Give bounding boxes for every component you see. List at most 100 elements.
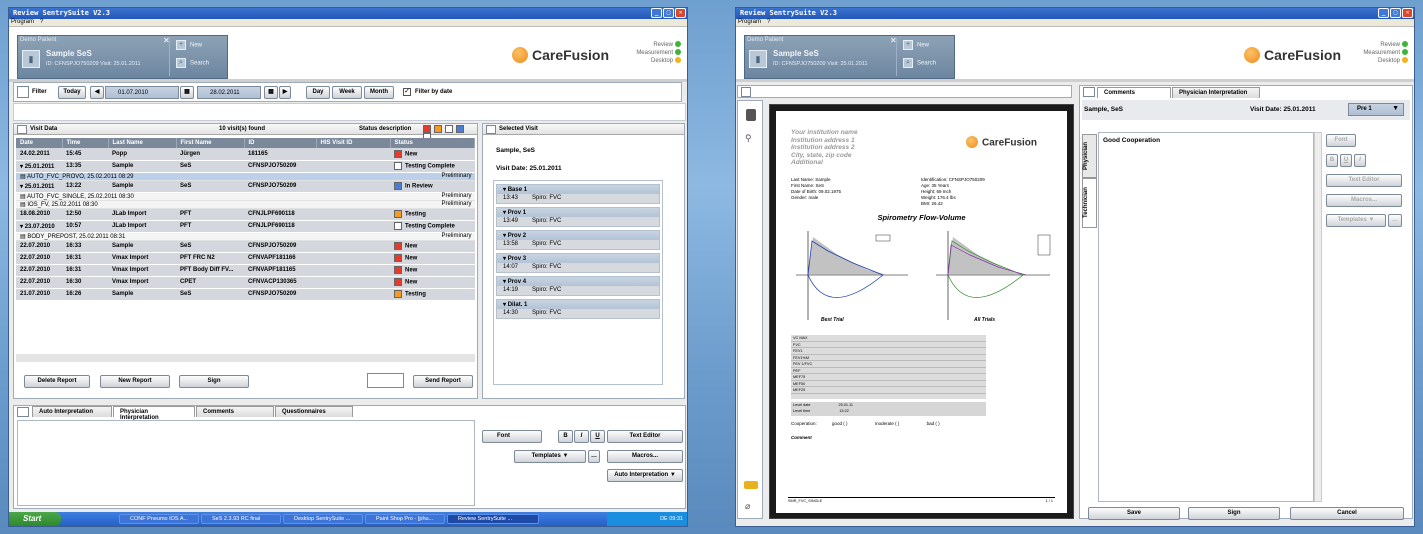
interpretation-text-area[interactable]: [17, 420, 475, 506]
templates-button[interactable]: Templates ▼: [514, 450, 586, 463]
text-editor-button[interactable]: Text Editor: [607, 430, 683, 443]
report-input[interactable]: [367, 373, 404, 388]
col-id[interactable]: ID: [244, 138, 317, 148]
cancel-button[interactable]: Cancel: [1290, 507, 1404, 520]
send-report-button[interactable]: Send Report: [413, 375, 473, 388]
new-patient-button[interactable]: + New: [903, 40, 929, 50]
templates-button[interactable]: Templates ▼: [1326, 214, 1386, 227]
sub-report-row[interactable]: ▤ BODY_PREPOST, 25.02.2011 08:31 Prelimin…: [16, 232, 475, 241]
visit-row[interactable]: ▾ 25.01.2011 13:35 Sample SeS CFNSPJO750209 T…: [16, 160, 475, 173]
tab-physician-interpretation[interactable]: Physician Interpretation: [1172, 87, 1260, 98]
menu-help[interactable]: ?: [40, 19, 43, 25]
to-date-field[interactable]: 28.02.2011: [197, 86, 261, 99]
test-group-header[interactable]: ▾ Base 1: [497, 185, 659, 194]
col-his-visit-id[interactable]: HIS Visit ID: [316, 138, 391, 148]
minimize-icon[interactable]: _: [651, 8, 662, 18]
tab-physician-side[interactable]: Physician: [1082, 134, 1097, 178]
maximize-icon[interactable]: □: [663, 8, 674, 18]
templates-more-button[interactable]: …: [1388, 214, 1402, 227]
taskbar-item-active[interactable]: Review SentrySuite ...: [447, 514, 539, 524]
tab-comments[interactable]: Comments: [1097, 87, 1171, 98]
visit-row[interactable]: ▾ 23.07.2010 10:57 JLab Import PFT CFNJLPF69…: [16, 220, 475, 233]
italic-button[interactable]: I: [574, 430, 589, 443]
font-button[interactable]: Font: [1326, 134, 1356, 147]
delete-report-button[interactable]: Delete Report: [24, 375, 90, 388]
tab-auto-interpretation[interactable]: Auto Interpretation: [32, 406, 112, 417]
visit-row[interactable]: 21.07.2010 16:26 Sample SeS CFNSPJO750209 Tes…: [16, 288, 475, 301]
today-button[interactable]: Today: [58, 86, 86, 99]
col-first-name[interactable]: First Name: [176, 138, 245, 148]
templates-more-button[interactable]: …: [588, 450, 600, 463]
attachment-icon[interactable]: ⌀: [745, 501, 750, 512]
taskbar-item[interactable]: CONF Pneumo IOS A...: [119, 514, 199, 524]
visit-row[interactable]: 22.07.2010 16:31 Vmax Import PFT FRC N2 CFNV…: [16, 252, 475, 265]
menu-help[interactable]: ?: [767, 19, 770, 25]
search-patient-button[interactable]: ⌕ Search: [903, 58, 936, 68]
visit-row[interactable]: 24.02.2011 15:45 Popp Jürgen 181165 New: [16, 148, 475, 161]
test-group[interactable]: ▾ Prov 2 13:58 Spiro: FVC: [496, 230, 660, 250]
col-time[interactable]: Time: [62, 138, 109, 148]
start-button[interactable]: Start: [9, 512, 61, 526]
week-button[interactable]: Week: [332, 86, 362, 99]
calendar-icon[interactable]: ▦: [180, 86, 194, 99]
new-report-button[interactable]: New Report: [100, 375, 170, 388]
tab-technician-side[interactable]: Technician: [1082, 178, 1097, 228]
test-group-header[interactable]: ▾ Prov 3: [497, 254, 659, 263]
sub-report-row[interactable]: ▤ AUTO_FVC_PROVO, 25.02.2011 08:29 Prelim…: [16, 172, 475, 181]
save-button[interactable]: Save: [1088, 507, 1180, 520]
underline-button[interactable]: U: [1340, 154, 1352, 167]
menu-program[interactable]: Program: [738, 19, 761, 25]
text-editor-button[interactable]: Text Editor: [1326, 174, 1402, 187]
col-date[interactable]: Date: [16, 138, 63, 148]
auto-interpretation-button[interactable]: Auto Interpretation ▼: [607, 469, 683, 482]
test-group[interactable]: ▾ Prov 3 14:07 Spiro: FVC: [496, 253, 660, 273]
comment-text-area[interactable]: Good Cooperation: [1098, 132, 1314, 502]
sign-button[interactable]: Sign: [1188, 507, 1280, 520]
test-item[interactable]: 13:58 Spiro: FVC: [497, 240, 659, 249]
visit-row[interactable]: ▾ 25.01.2011 13:22 Sample SeS CFNSPJO750209 I…: [16, 180, 475, 193]
test-group[interactable]: ▾ Base 1 13:43 Spiro: FVC: [496, 184, 660, 204]
mode-desktop[interactable]: Desktop: [1363, 57, 1408, 65]
tab-questionnaires[interactable]: Questionnaires: [275, 406, 353, 417]
macros-button[interactable]: Macros...: [607, 450, 683, 463]
bold-button[interactable]: B: [558, 430, 573, 443]
new-patient-button[interactable]: + New: [176, 40, 202, 50]
tab-physician-interpretation[interactable]: Physician Interpretation: [113, 406, 195, 421]
test-group-header[interactable]: ▾ Dilat. 1: [497, 300, 659, 309]
test-group-header[interactable]: ▾ Prov 2: [497, 231, 659, 240]
test-item[interactable]: 13:43 Spiro: FVC: [497, 194, 659, 203]
minimize-icon[interactable]: _: [1378, 8, 1389, 18]
bold-button[interactable]: B: [1326, 154, 1338, 167]
test-item[interactable]: 14:07 Spiro: FVC: [497, 263, 659, 272]
menu-program[interactable]: Program: [11, 19, 34, 25]
search-patient-button[interactable]: ⌕ Search: [176, 58, 209, 68]
mode-review[interactable]: Review: [636, 41, 681, 49]
taskbar-item[interactable]: Paint Shop Pro - [phu...: [365, 514, 445, 524]
test-item[interactable]: 13:49 Spiro: FVC: [497, 217, 659, 226]
mode-measurement[interactable]: Measurement: [1363, 49, 1408, 57]
sign-button[interactable]: Sign: [179, 375, 249, 388]
day-button[interactable]: Day: [306, 86, 330, 99]
test-item[interactable]: 14:19 Spiro: FVC: [497, 286, 659, 295]
test-group[interactable]: ▾ Prov 1 13:49 Spiro: FVC: [496, 207, 660, 227]
pre-select[interactable]: Pre 1 ▼: [1348, 103, 1404, 116]
mode-desktop[interactable]: Desktop: [636, 57, 681, 65]
close-icon[interactable]: ✕: [675, 8, 686, 18]
visit-row[interactable]: 18.08.2010 12:50 JLab Import PFT CFNJLPF6901…: [16, 208, 475, 221]
test-item[interactable]: 14:30 Spiro: FVC: [497, 309, 659, 318]
close-icon[interactable]: ✕: [1402, 8, 1413, 18]
binoculars-icon[interactable]: ⚲: [745, 133, 752, 144]
test-group[interactable]: ▾ Prov 4 14:19 Spiro: FVC: [496, 276, 660, 296]
scrollbar[interactable]: [1314, 132, 1322, 502]
taskbar-item[interactable]: Desktop SentrySuite ...: [283, 514, 363, 524]
visit-row[interactable]: 22.07.2010 16:30 Vmax Import CPET CFNVACP130…: [16, 276, 475, 289]
filter-checkbox[interactable]: ✓: [403, 88, 411, 96]
test-group-header[interactable]: ▾ Prov 4: [497, 277, 659, 286]
next-icon[interactable]: ▶: [279, 86, 291, 99]
font-button[interactable]: Font: [482, 430, 542, 443]
calendar-icon[interactable]: ▦: [264, 86, 278, 99]
tab-comments[interactable]: Comments: [196, 406, 274, 417]
macros-button[interactable]: Macros...: [1326, 194, 1402, 207]
mode-measurement[interactable]: Measurement: [636, 49, 681, 57]
visit-row[interactable]: 22.07.2010 16:31 Vmax Import PFT Body Diff …: [16, 264, 475, 277]
